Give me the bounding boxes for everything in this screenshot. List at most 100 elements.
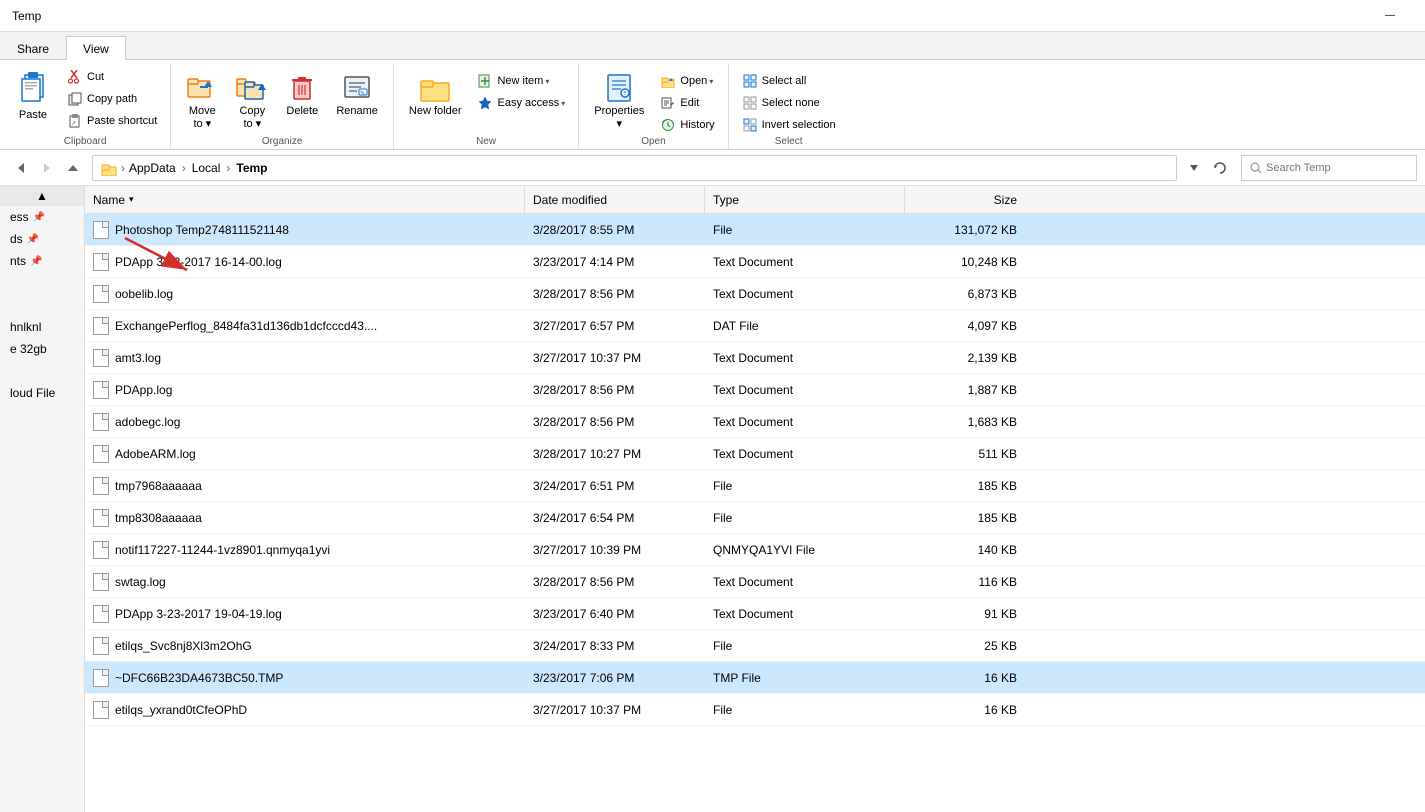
cut-button[interactable]: Cut: [60, 66, 164, 88]
file-name: PDApp 3-23-2017 16-14-00.log: [115, 255, 282, 269]
select-all-button[interactable]: Select all: [735, 70, 843, 92]
nav-back-button[interactable]: [8, 155, 34, 181]
copy-path-button[interactable]: Copy path: [60, 88, 164, 110]
sidebar-item-e32gb[interactable]: e 32gb: [0, 338, 84, 360]
sidebar-scroll-up[interactable]: ▲: [0, 186, 84, 206]
search-input[interactable]: [1266, 162, 1408, 174]
sidebar-item-loud-file[interactable]: loud File: [0, 382, 84, 404]
ribbon: Paste Cut: [0, 60, 1425, 150]
minimize-button[interactable]: —: [1367, 0, 1413, 32]
sidebar-item-label: hnlknl: [10, 320, 41, 334]
file-date: 3/27/2017 10:37 PM: [525, 351, 705, 365]
table-row[interactable]: ExchangePerflog_8484fa31d136db1dcfcccd43…: [85, 310, 1425, 342]
file-type: File: [705, 703, 905, 717]
tab-view[interactable]: View: [66, 36, 126, 60]
file-type: File: [705, 223, 905, 237]
invert-selection-button[interactable]: Invert selection: [735, 114, 843, 136]
copy-to-button[interactable]: Copyto ▾: [227, 66, 277, 134]
sidebar-item-ds[interactable]: ds 📌: [0, 228, 84, 250]
sidebar-item-nts[interactable]: nts 📌: [0, 250, 84, 272]
breadcrumb-sep1: ›: [182, 161, 186, 175]
pin-icon: 📌: [27, 234, 39, 245]
table-row[interactable]: ~DFC66B23DA4673BC50.TMP 3/23/2017 7:06 P…: [85, 662, 1425, 694]
col-date[interactable]: Date modified: [525, 186, 705, 213]
sidebar-item-hnlknl[interactable]: hnlknl: [0, 316, 84, 338]
history-button[interactable]: History: [653, 114, 721, 136]
properties-button[interactable]: Properties▾: [585, 66, 653, 134]
sidebar-item-blank1[interactable]: [0, 272, 84, 294]
file-size: 140 KB: [905, 543, 1025, 557]
file-date: 3/28/2017 8:56 PM: [525, 287, 705, 301]
table-row[interactable]: etilqs_yxrand0tCfeOPhD 3/27/2017 10:37 P…: [85, 694, 1425, 726]
nav-forward-button[interactable]: [34, 155, 60, 181]
breadcrumb-part2[interactable]: Local: [192, 161, 221, 175]
nav-up-button[interactable]: [60, 155, 86, 181]
file-name-cell: oobelib.log: [85, 285, 525, 303]
file-name-cell: tmp7968aaaaaa: [85, 477, 525, 495]
tab-share[interactable]: Share: [0, 36, 66, 60]
open-button[interactable]: Open ▾: [653, 70, 721, 92]
table-row[interactable]: tmp8308aaaaaa 3/24/2017 6:54 PM File 185…: [85, 502, 1425, 534]
table-row[interactable]: adobegc.log 3/28/2017 8:56 PM Text Docum…: [85, 406, 1425, 438]
edit-button[interactable]: Edit: [653, 92, 721, 114]
move-to-button[interactable]: Moveto ▾: [177, 66, 227, 134]
table-row[interactable]: AdobeARM.log 3/28/2017 10:27 PM Text Doc…: [85, 438, 1425, 470]
breadcrumb-part1[interactable]: AppData: [129, 161, 176, 175]
new-item-button[interactable]: New item ▾: [470, 70, 572, 92]
title-bar-controls: —: [1367, 0, 1413, 32]
delete-button[interactable]: Delete: [277, 66, 327, 134]
col-name[interactable]: Name ▾: [85, 186, 525, 213]
file-date: 3/28/2017 8:55 PM: [525, 223, 705, 237]
file-type: File: [705, 639, 905, 653]
table-row[interactable]: PDApp 3-23-2017 16-14-00.log 3/23/2017 4…: [85, 246, 1425, 278]
paste-shortcut-button[interactable]: ↗ Paste shortcut: [60, 110, 164, 132]
col-size-label: Size: [994, 193, 1017, 207]
file-list-container[interactable]: Name ▾ Date modified Type Size Photoshop…: [85, 186, 1425, 812]
file-size: 2,139 KB: [905, 351, 1025, 365]
table-row[interactable]: swtag.log 3/28/2017 8:56 PM Text Documen…: [85, 566, 1425, 598]
address-breadcrumb[interactable]: › AppData › Local › Temp: [92, 155, 1177, 181]
sidebar-item-blank2[interactable]: [0, 294, 84, 316]
table-row[interactable]: Photoshop Temp2748111521148 3/28/2017 8:…: [85, 214, 1425, 246]
breadcrumb-part3[interactable]: Temp: [236, 161, 267, 175]
paste-button[interactable]: Paste: [6, 66, 60, 134]
file-name: tmp7968aaaaaa: [115, 479, 202, 493]
file-date: 3/23/2017 7:06 PM: [525, 671, 705, 685]
file-name-cell: notif117227-11244-1vz8901.qnmyqa1yvi: [85, 541, 525, 559]
sidebar: ▲ ess 📌 ds 📌 nts 📌 hnlknl e 32gb loud Fi…: [0, 186, 85, 812]
sidebar-item-label: ess: [10, 210, 29, 224]
copy-to-label: Copyto ▾: [239, 105, 265, 131]
table-row[interactable]: oobelib.log 3/28/2017 8:56 PM Text Docum…: [85, 278, 1425, 310]
file-size: 185 KB: [905, 511, 1025, 525]
sidebar-item-blank3[interactable]: [0, 360, 84, 382]
sidebar-item-label: e 32gb: [10, 342, 47, 356]
col-type[interactable]: Type: [705, 186, 905, 213]
address-dropdown-button[interactable]: [1181, 155, 1207, 181]
sidebar-item-ess[interactable]: ess 📌: [0, 206, 84, 228]
table-row[interactable]: PDApp 3-23-2017 19-04-19.log 3/23/2017 6…: [85, 598, 1425, 630]
file-date: 3/23/2017 6:40 PM: [525, 607, 705, 621]
table-row[interactable]: tmp7968aaaaaa 3/24/2017 6:51 PM File 185…: [85, 470, 1425, 502]
search-bar[interactable]: [1241, 155, 1417, 181]
easy-access-button[interactable]: Easy access ▾: [470, 92, 572, 114]
file-date: 3/28/2017 8:56 PM: [525, 575, 705, 589]
new-folder-button[interactable]: New folder: [400, 66, 471, 134]
col-size[interactable]: Size: [905, 186, 1025, 213]
table-row[interactable]: amt3.log 3/27/2017 10:37 PM Text Documen…: [85, 342, 1425, 374]
refresh-button[interactable]: [1207, 155, 1233, 181]
ribbon-group-select: Select all Select none: [729, 64, 849, 149]
window-title: Temp: [12, 9, 41, 23]
file-name-cell: tmp8308aaaaaa: [85, 509, 525, 527]
file-type: DAT File: [705, 319, 905, 333]
table-row[interactable]: etilqs_Svc8nj8Xl3m2OhG 3/24/2017 8:33 PM…: [85, 630, 1425, 662]
select-none-button[interactable]: Select none: [735, 92, 843, 114]
ribbon-group-organize: Moveto ▾ Copyto ▾: [171, 64, 394, 149]
table-row[interactable]: PDApp.log 3/28/2017 8:56 PM Text Documen…: [85, 374, 1425, 406]
file-name-cell: PDApp 3-23-2017 19-04-19.log: [85, 605, 525, 623]
paste-label: Paste: [19, 109, 47, 121]
rename-button[interactable]: ✎ Rename: [327, 66, 387, 134]
table-row[interactable]: notif117227-11244-1vz8901.qnmyqa1yvi 3/2…: [85, 534, 1425, 566]
select-none-label: Select none: [762, 97, 820, 109]
breadcrumb-sep2: ›: [226, 161, 230, 175]
svg-text:↗: ↗: [71, 121, 76, 127]
